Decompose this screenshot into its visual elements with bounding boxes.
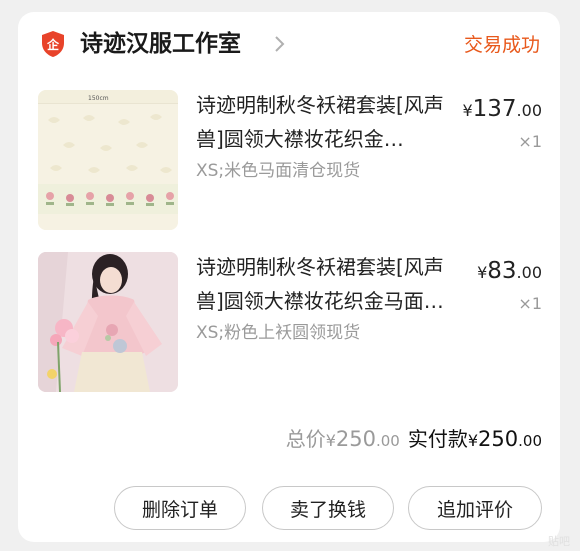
paid-integer: 250 — [478, 427, 519, 451]
price-integer: 83 — [487, 258, 517, 284]
order-status: 交易成功 — [463, 34, 540, 56]
product-title[interactable]: 诗迹明制秋冬袄裙套装[风声兽]圆领大襟妆花织金… — [196, 88, 448, 156]
item-quantity: ×1 — [518, 132, 542, 151]
resell-button[interactable]: 卖了换钱 — [262, 486, 394, 530]
total-price-label: 总价 — [285, 427, 326, 451]
price-decimal: .00 — [516, 263, 542, 282]
product-thumbnail[interactable] — [38, 252, 178, 392]
delete-order-button[interactable]: 删除订单 — [114, 486, 246, 530]
product-sku: XS;粉色上袄圆领现货 — [196, 323, 361, 343]
currency-symbol: ¥ — [477, 263, 488, 282]
add-review-button[interactable]: 追加评价 — [408, 486, 542, 530]
product-thumbnail[interactable]: 150cm — [38, 90, 178, 230]
shop-header[interactable]: 企 诗迹汉服工作室 交易成功 — [18, 12, 560, 80]
paid-amount-label: 实付款 — [407, 427, 468, 451]
paid-currency: ¥ — [467, 431, 479, 450]
paid-decimal: .00 — [518, 432, 542, 450]
order-item[interactable]: 诗迹明制秋冬袄裙套装[风声兽]圆领大襟妆花织金马面… XS;粉色上袄圆领现货 ¥… — [18, 248, 560, 398]
enterprise-shield-icon: 企 — [40, 30, 66, 58]
order-actions: 删除订单 卖了换钱 追加评价 — [18, 486, 560, 534]
order-card: 企 诗迹汉服工作室 交易成功 150cm 诗迹明制秋冬袄裙套装[风声兽]圆领大襟… — [18, 12, 560, 542]
thumb-size-label: 150cm — [88, 95, 109, 102]
svg-text:企: 企 — [46, 37, 60, 52]
total-currency: ¥ — [325, 431, 336, 450]
currency-symbol: ¥ — [462, 101, 473, 120]
product-title[interactable]: 诗迹明制秋冬袄裙套装[风声兽]圆领大襟妆花织金马面… — [196, 250, 448, 318]
item-price: ¥83.00 — [477, 258, 542, 284]
price-integer: 137 — [472, 96, 517, 122]
item-quantity: ×1 — [518, 294, 542, 313]
chevron-right-icon — [272, 34, 288, 54]
item-price: ¥137.00 — [462, 96, 542, 122]
watermark: 贴吧 — [548, 535, 570, 548]
total-integer: 250 — [335, 427, 376, 451]
order-totals: 总价¥250.00 实付款¥250.00 — [286, 424, 542, 456]
price-decimal: .00 — [516, 101, 542, 120]
shop-name[interactable]: 诗迹汉服工作室 — [80, 28, 241, 60]
total-decimal: .00 — [376, 432, 400, 450]
order-item[interactable]: 150cm 诗迹明制秋冬袄裙套装[风声兽]圆领大襟妆花织金… XS;米色马面清仓… — [18, 86, 560, 236]
product-sku: XS;米色马面清仓现货 — [196, 161, 361, 181]
